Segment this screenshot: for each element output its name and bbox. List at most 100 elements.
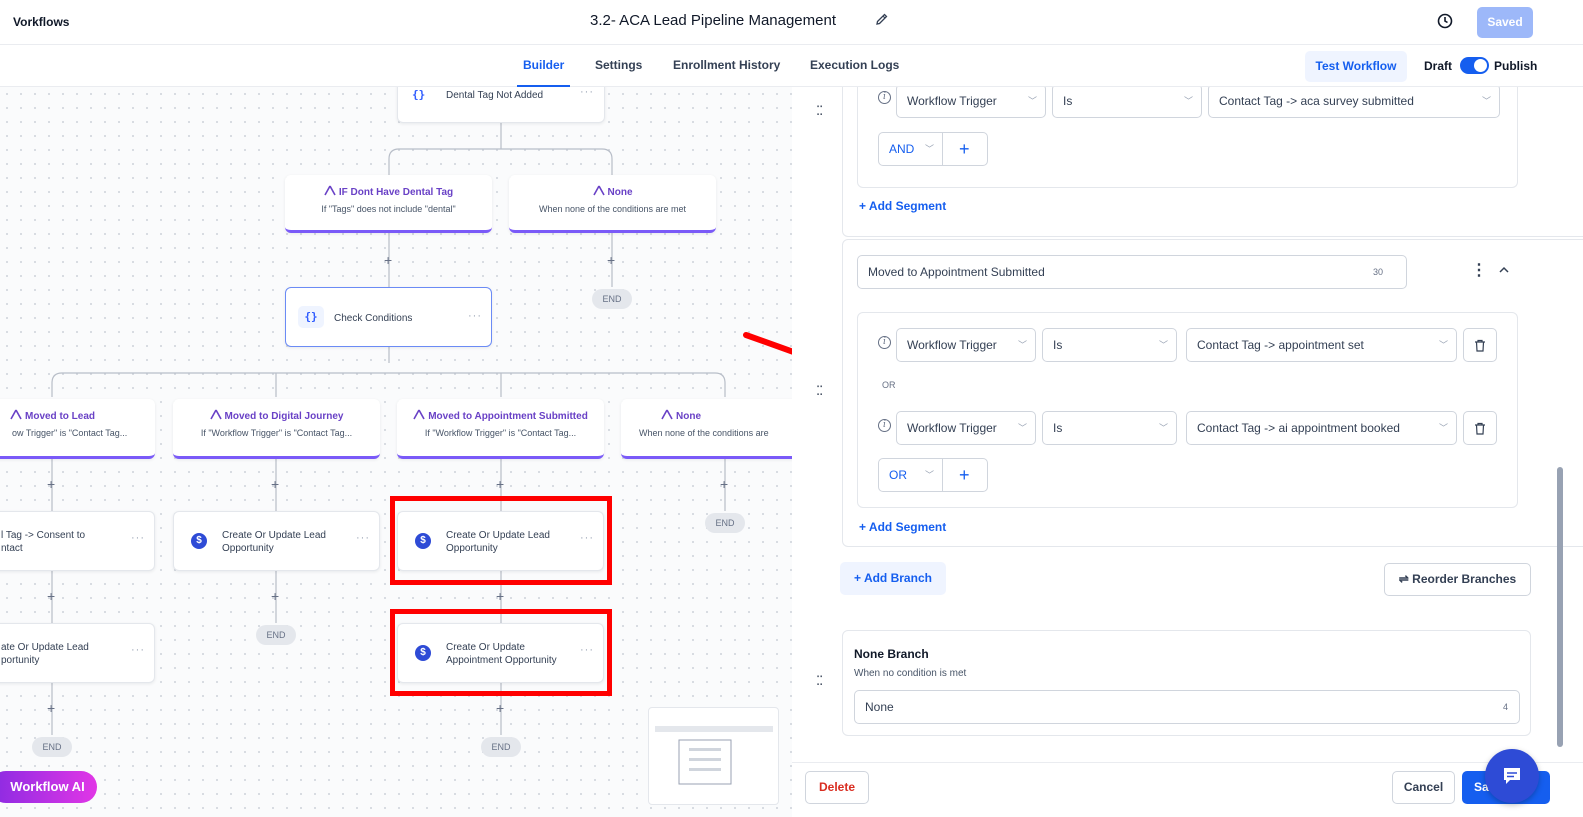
branch-fork-icon [592, 185, 605, 196]
branch-fork-icon [10, 409, 22, 420]
end-pill: END [592, 289, 632, 309]
app-label[interactable]: Vorkflows [13, 15, 69, 29]
minimap[interactable] [648, 707, 779, 805]
join-and-select[interactable]: AND [889, 133, 914, 165]
add-condition-plus-icon[interactable]: + [959, 133, 970, 165]
branch-title: Moved to Digital Journey [173, 409, 380, 422]
chevron-up-icon[interactable] [1498, 262, 1510, 280]
drag-handle-icon[interactable]: ⁚⁚ [816, 104, 826, 117]
end-pill: END [256, 625, 296, 645]
add-step-plus[interactable]: + [271, 477, 279, 491]
branch-subtitle: When none of the conditions are met [538, 204, 687, 214]
condition-operator-select[interactable]: Is ﹀ [1052, 87, 1202, 118]
node-menu-icon[interactable]: ··· [131, 532, 145, 544]
action-digital-opportunity-node[interactable]: $ Create Or Update Lead Opportunity ··· [173, 511, 380, 571]
branch-dental[interactable]: IF Dont Have Dental Tag If "Tags" does n… [285, 175, 492, 233]
branch-title: Moved to Appointment Submitted [397, 409, 604, 422]
add-segment-link[interactable]: + Add Segment [859, 199, 946, 213]
check-conditions-node[interactable]: {} Check Conditions ··· [285, 287, 492, 347]
history-icon[interactable] [1436, 12, 1454, 35]
add-step-plus[interactable]: + [47, 701, 55, 715]
node-menu-icon[interactable]: ··· [131, 644, 145, 656]
footer-divider [792, 762, 1583, 763]
cancel-button[interactable]: Cancel [1392, 771, 1455, 804]
add-branch-button[interactable]: + Add Branch [840, 562, 946, 595]
add-condition-plus-icon[interactable]: + [959, 459, 970, 491]
branch-none-1[interactable]: None When none of the conditions are met [509, 175, 716, 233]
tab-execution-logs[interactable]: Execution Logs [810, 58, 899, 72]
condition-field-select[interactable]: Workflow Trigger ﹀ [896, 87, 1046, 118]
action-lead-opportunity-node[interactable]: ate Or Update Lead portunity ··· [0, 623, 155, 683]
tab-builder[interactable]: Builder [516, 58, 571, 87]
workflow-ai-button[interactable]: Workflow AI [0, 771, 97, 803]
node-menu-icon[interactable]: ··· [468, 310, 482, 322]
none-branch-card: None Branch When no condition is met Non… [842, 630, 1531, 736]
none-branch-name-input[interactable]: None 4 [854, 690, 1520, 724]
trash-icon[interactable] [1463, 328, 1497, 362]
branch-digital-journey[interactable]: Moved to Digital Journey If "Workflow Tr… [173, 399, 380, 459]
publish-toggle[interactable] [1460, 57, 1489, 74]
condition-field-select[interactable]: Workflow Trigger ﹀ [896, 411, 1036, 445]
chevron-down-icon: ﹀ [1438, 340, 1448, 350]
reorder-branches-button[interactable]: ⇌ Reorder Branches [1384, 563, 1531, 596]
node-label: Check Conditions [334, 313, 413, 324]
condition-operator-select[interactable]: Is ﹀ [1042, 411, 1177, 445]
branch-none-2[interactable]: None When none of the conditions are [621, 399, 792, 459]
node-menu-icon[interactable]: ··· [580, 87, 594, 98]
end-pill: END [705, 513, 745, 533]
branch-subtitle: If "Tags" does not include "dental" [321, 204, 456, 214]
info-icon[interactable]: i [878, 419, 891, 432]
tab-bar: Builder Settings Enrollment History Exec… [0, 45, 1583, 87]
condition-field-select[interactable]: Workflow Trigger ﹀ [896, 328, 1036, 362]
condition-value-select[interactable]: Contact Tag -> aca survey submitted ﹀ [1208, 87, 1500, 118]
trash-icon[interactable] [1463, 411, 1497, 445]
join-or-select[interactable]: OR [889, 459, 907, 491]
workflow-canvas[interactable]: {} Dental Tag Not Added ··· IF Dont Have… [0, 87, 792, 817]
add-step-plus[interactable]: + [607, 253, 615, 267]
add-step-plus[interactable]: + [271, 589, 279, 603]
join-group: AND ﹀ + [878, 132, 988, 166]
more-vertical-icon[interactable]: ⋮ [1471, 260, 1487, 280]
condition-value-select[interactable]: Contact Tag -> ai appointment booked ﹀ [1186, 411, 1457, 445]
drag-handle-icon[interactable]: ⁚⁚ [816, 384, 826, 397]
test-workflow-button[interactable]: Test Workflow [1305, 51, 1407, 82]
add-step-plus[interactable]: + [47, 477, 55, 491]
or-separator: OR [882, 380, 896, 390]
branch-subtitle: If "Workflow Trigger" is "Contact Tag... [200, 428, 353, 438]
edit-pencil-icon[interactable] [874, 11, 890, 32]
workflow-title[interactable]: 3.2- ACA Lead Pipeline Management [590, 12, 836, 29]
none-branch-subtitle: When no condition is met [854, 668, 967, 679]
node-menu-icon[interactable]: ··· [356, 532, 370, 544]
condition-operator-select[interactable]: Is ﹀ [1042, 328, 1177, 362]
branch-appointment-submitted[interactable]: Moved to Appointment Submitted If "Workf… [397, 399, 604, 459]
add-step-plus[interactable]: + [496, 589, 504, 603]
branch-fork-icon [661, 409, 673, 420]
action-consent-node[interactable]: l Tag -> Consent to ntact ··· [0, 511, 155, 571]
saved-button[interactable]: Saved [1477, 7, 1533, 38]
scrollbar-track[interactable] [1557, 87, 1563, 747]
add-segment-link[interactable]: + Add Segment [859, 520, 946, 534]
add-step-plus[interactable]: + [496, 477, 504, 491]
divider [942, 459, 943, 491]
add-step-plus[interactable]: + [720, 477, 728, 491]
chevron-down-icon: ﹀ [1158, 340, 1168, 350]
add-step-plus[interactable]: + [384, 253, 392, 267]
info-icon[interactable]: i [878, 336, 891, 349]
toggle-knob [1474, 59, 1487, 72]
add-step-plus[interactable]: + [496, 701, 504, 715]
info-icon[interactable]: i [878, 91, 891, 104]
add-step-plus[interactable]: + [47, 589, 55, 603]
chat-widget-button[interactable] [1485, 749, 1539, 803]
delete-button[interactable]: Delete [805, 771, 869, 804]
tab-settings[interactable]: Settings [595, 58, 642, 72]
condition-value-select[interactable]: Contact Tag -> appointment set ﹀ [1186, 328, 1457, 362]
dental-tag-node[interactable]: {} Dental Tag Not Added ··· [397, 87, 605, 123]
tab-enrollment-history[interactable]: Enrollment History [673, 58, 780, 72]
draft-label: Draft [1424, 59, 1453, 73]
branch-name-input[interactable]: Moved to Appointment Submitted 30 [857, 255, 1407, 289]
segment-box-2: i Workflow Trigger ﹀ Is ﹀ Contact Tag -> a… [857, 312, 1518, 508]
branch-moved-to-lead[interactable]: Moved to Lead ow Trigger" is "Contact Ta… [0, 399, 155, 459]
drag-handle-icon[interactable]: ⁚⁚ [816, 674, 826, 687]
join-group: OR ﹀ + [878, 458, 988, 492]
scrollbar-thumb[interactable] [1557, 467, 1563, 747]
